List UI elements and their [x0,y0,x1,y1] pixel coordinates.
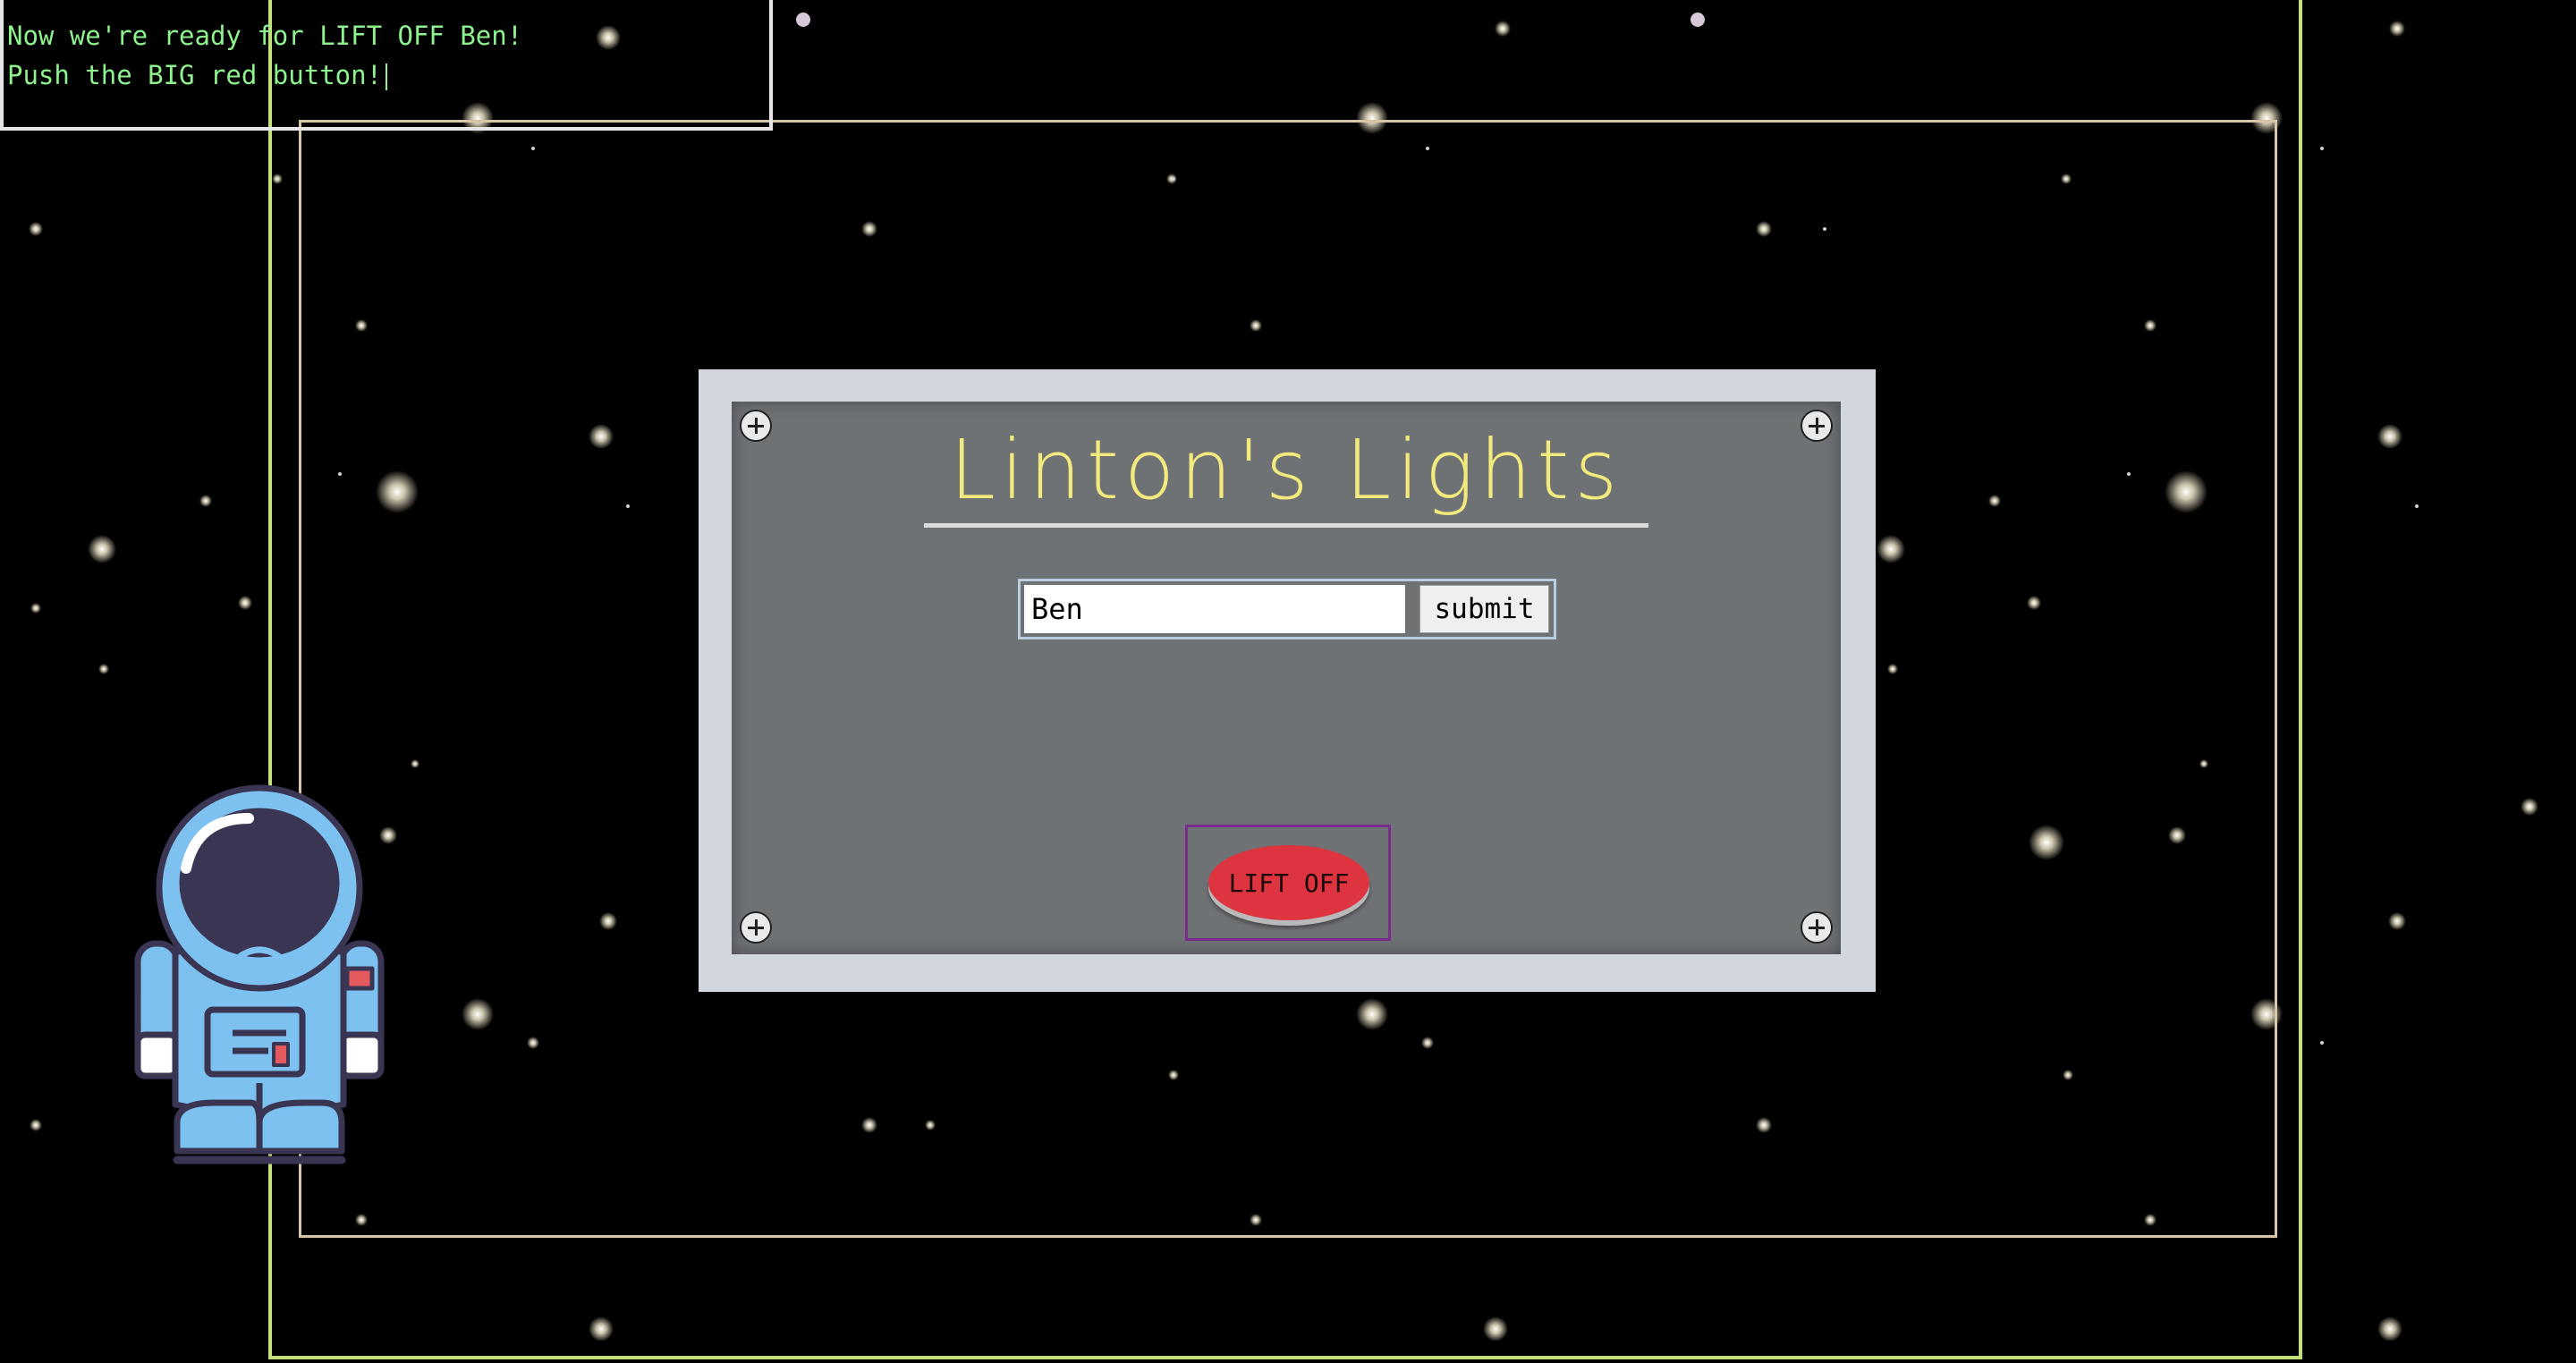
control-panel-face: Linton's Lights submit LIFT OFF [732,402,1841,954]
screw-icon [740,911,772,944]
message-console: Now we're ready for LIFT OFF Ben! Push t… [0,0,773,131]
name-form: submit [1018,579,1556,639]
screw-icon [1801,911,1833,944]
liftoff-button[interactable]: LIFT OFF [1208,845,1369,920]
title-underline [924,523,1648,528]
console-line-2: Push the BIG red button! [7,55,769,95]
control-panel: Linton's Lights submit LIFT OFF [699,369,1876,992]
console-line-1: Now we're ready for LIFT OFF Ben! [7,21,523,51]
liftoff-focus-box: LIFT OFF [1185,825,1391,941]
name-input[interactable] [1024,585,1405,633]
submit-button[interactable]: submit [1419,585,1549,633]
astronaut-icon [134,784,385,1164]
console-line-2-text: Push the BIG red button! [7,60,383,90]
page-title: Linton's Lights [949,422,1623,518]
text-cursor [386,63,388,90]
